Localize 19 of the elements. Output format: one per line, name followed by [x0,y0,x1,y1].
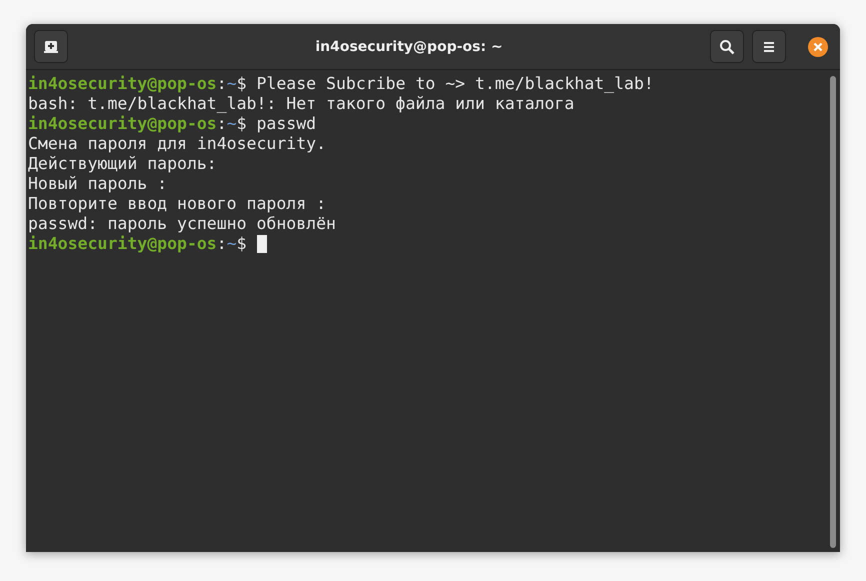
output-line: Смена пароля для in4osecurity. [28,134,326,154]
output-line: bash: t.me/blackhat_lab!: Нет такого файла или каталога [28,94,574,114]
menu-icon [763,40,775,52]
output-line: Действующий пароль: [28,154,217,174]
prompt-line: in4osecurity@pop-os:~$ Please Subcribe to ~> t.me/blackhat_lab! [28,74,654,94]
prompt-line: in4osecurity@pop-os:~$ [28,234,248,254]
menu-button[interactable] [752,30,786,63]
new-tab-button[interactable] [34,30,68,63]
close-button[interactable] [808,36,828,56]
scrollbar[interactable] [830,76,836,548]
search-icon [719,38,735,54]
new-tab-icon [44,40,58,54]
output-line: Повторите ввод нового пароля : [28,194,326,214]
close-icon [813,42,823,52]
output-line: Новый пароль : [28,174,168,194]
prompt-line: in4osecurity@pop-os:~$ passwd [28,114,316,134]
window-title: in4osecurity@pop-os: ~ [314,38,504,54]
search-button[interactable] [710,30,744,63]
output-line: passwd: пароль успешно обновлён [28,214,336,234]
